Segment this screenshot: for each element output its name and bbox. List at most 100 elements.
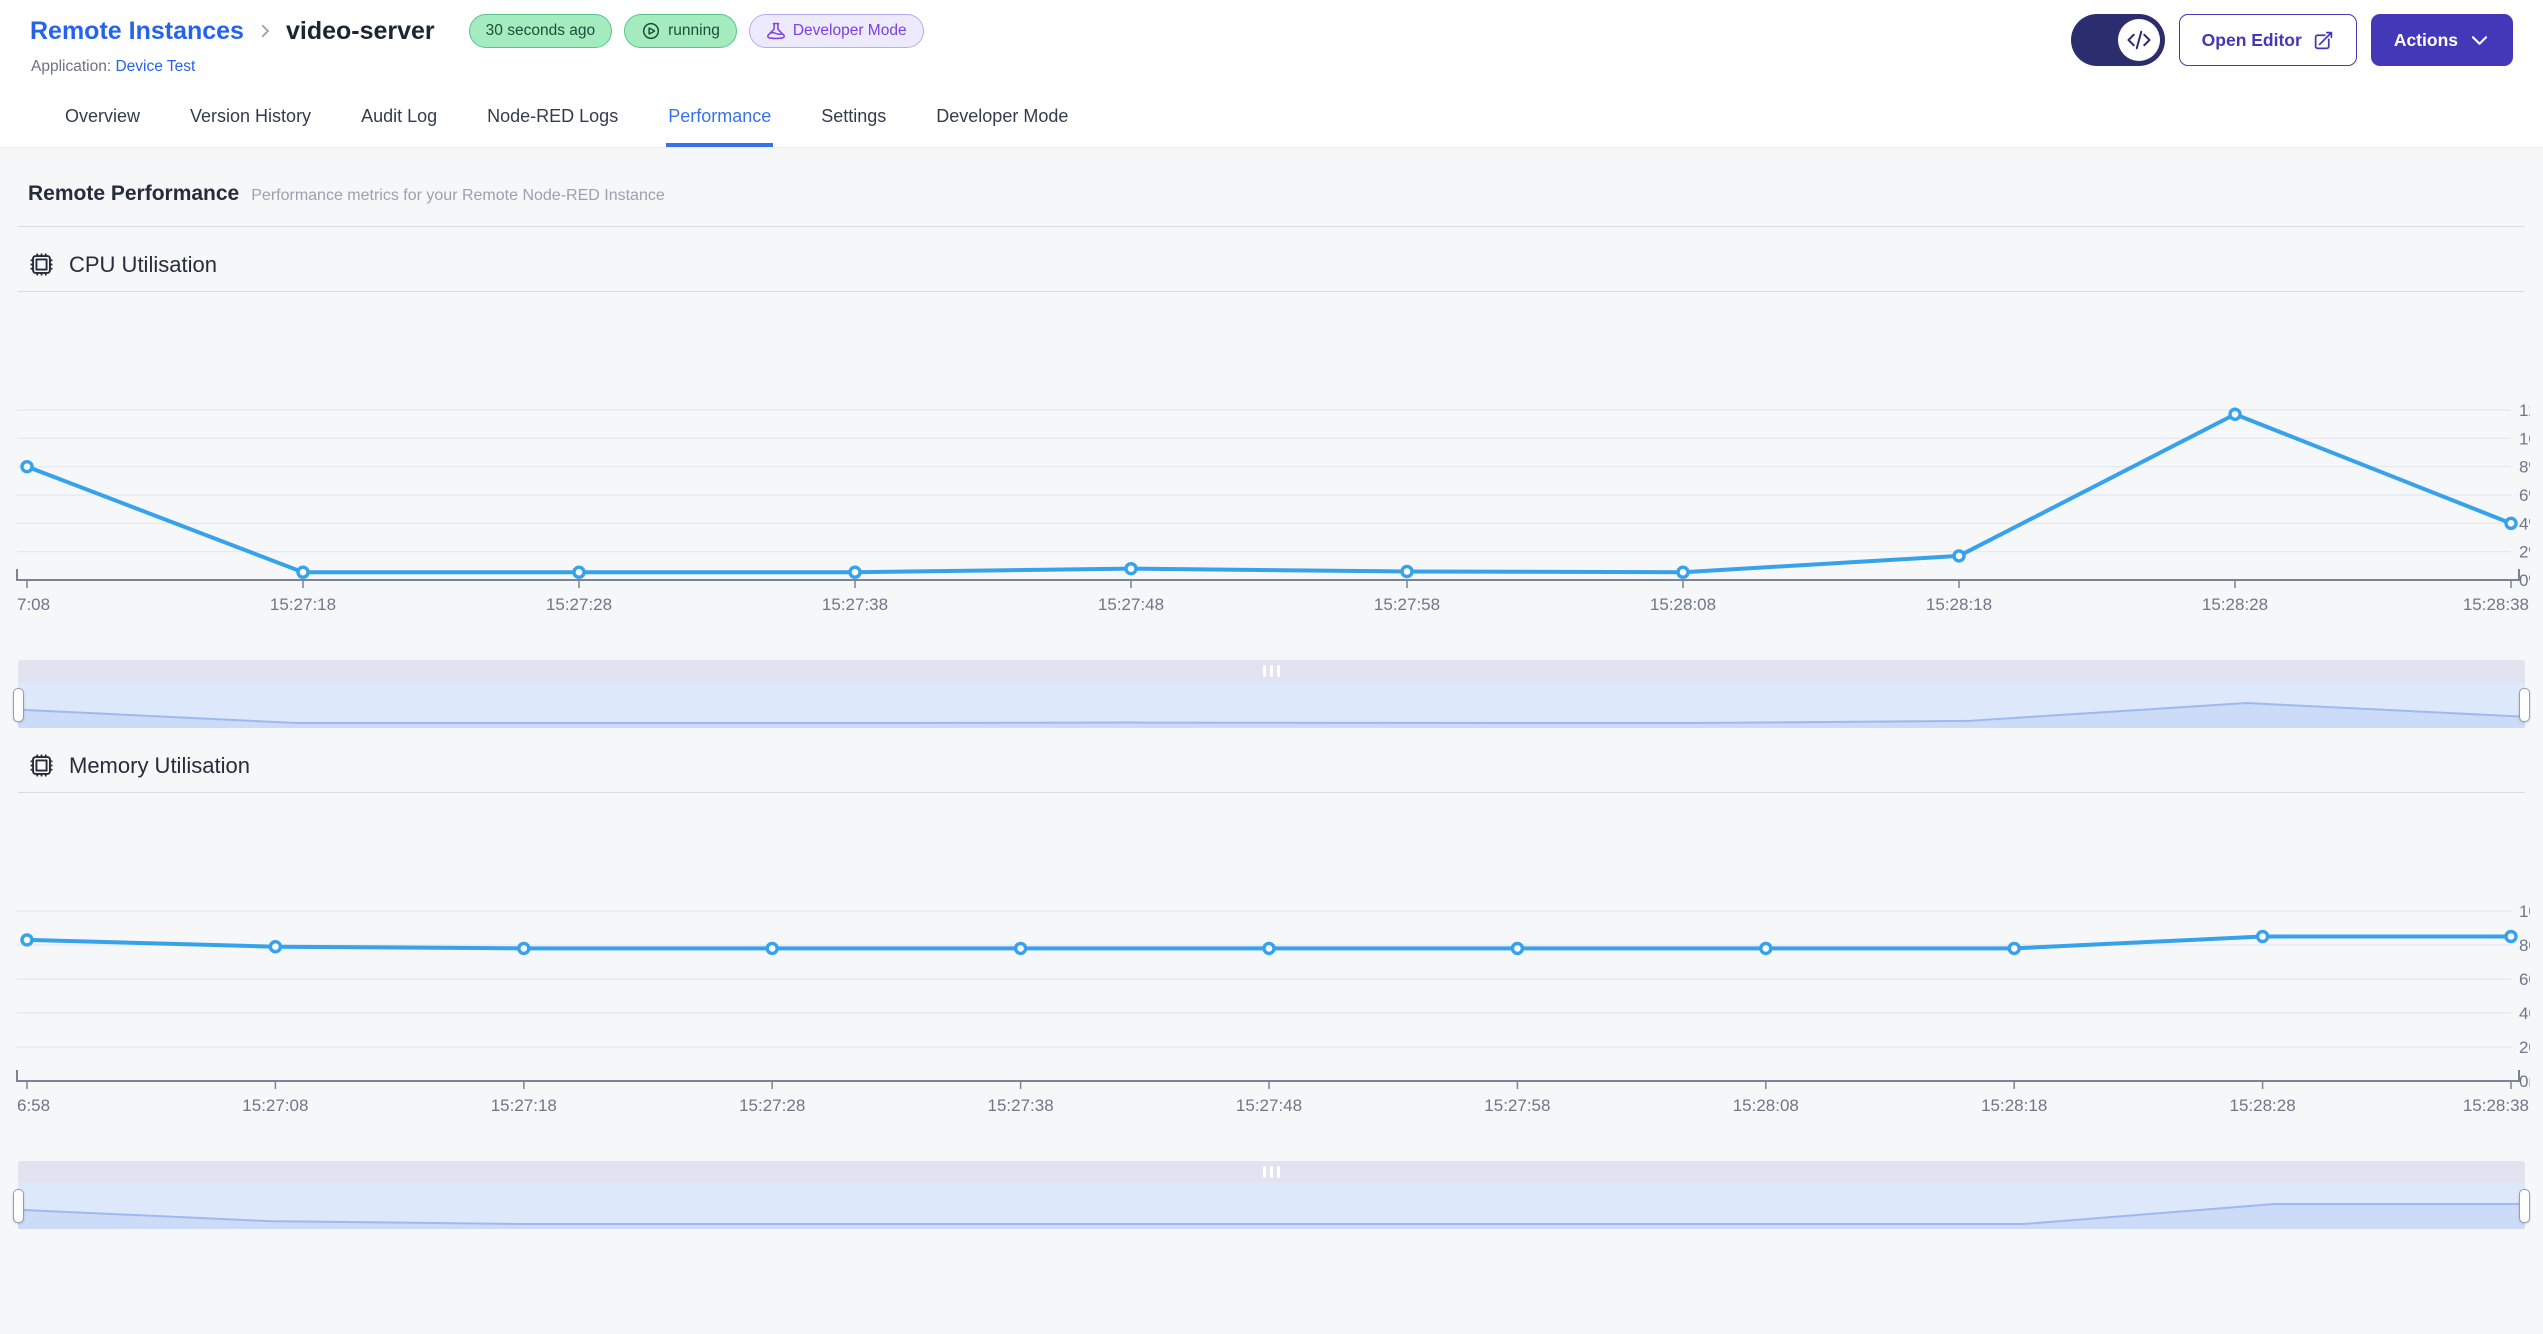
svg-text:15:28:38: 15:28:38 [2463,595,2529,614]
svg-text:0mb: 0mb [2519,1072,2530,1091]
svg-text:60mb: 60mb [2519,970,2530,989]
tab-node-red-logs[interactable]: Node-RED Logs [485,100,620,147]
svg-text:15:28:38: 15:28:38 [2463,1096,2529,1115]
developer-mode-badge: Developer Mode [748,14,924,48]
cpu-brush-grip[interactable] [18,660,2525,682]
beaker-icon [766,22,785,40]
memory-chart-brush[interactable] [13,1161,2530,1229]
page-title: Remote Performance [28,182,240,205]
cpu-utilisation-section: CPU Utilisation 0% 2% 4% 6% 8% 10% 12% 7:08 15:2… [13,251,2530,728]
memory-brush-area[interactable] [18,1183,2525,1229]
svg-text:15:28:18: 15:28:18 [1926,595,1992,614]
svg-text:6%: 6% [2519,486,2530,505]
data-point [1400,564,1414,579]
svg-text:100mb: 100mb [2519,902,2530,921]
tab-developer-mode[interactable]: Developer Mode [934,100,1070,147]
svg-text:12%: 12% [2519,401,2530,420]
page-subtitle: Performance metrics for your Remote Node… [251,187,665,204]
tab-overview[interactable]: Overview [63,100,142,147]
cpu-section-title: CPU Utilisation [28,251,2515,278]
tab-settings[interactable]: Settings [819,100,888,147]
developer-mode-toggle[interactable] [2070,14,2165,66]
cpu-chip-icon [30,253,53,276]
data-point [2504,516,2518,531]
instance-name: video-server [285,16,435,45]
svg-text:4%: 4% [2519,514,2530,533]
svg-text:7:08: 7:08 [17,595,50,614]
data-point [1510,941,1525,956]
svg-text:10%: 10% [2519,429,2530,448]
line-chart-canvas: 0mb 20mb 40mb 60mb 80mb 100mb 6:58 15:27:08 15:2… [16,902,2530,1115]
last-seen-badge: 30 seconds ago [468,14,613,48]
play-circle-icon [643,22,660,40]
cpu-brush-handle-left[interactable] [13,688,24,722]
data-point [296,565,310,579]
line-chart-canvas: 0% 2% 4% 6% 8% 10% 12% 7:08 15:27:18 15:27:28 15:2… [16,401,2530,614]
svg-text:15:27:38: 15:27:38 [988,1096,1054,1115]
cpu-brush-handle-right[interactable] [2519,688,2530,722]
svg-text:15:27:48: 15:27:48 [1098,595,1164,614]
page-header: Remote Instances video-server 30 seconds… [0,0,2543,147]
memory-brush-handle-right[interactable] [2519,1189,2530,1223]
actions-button[interactable]: Actions [2370,14,2513,66]
svg-text:15:27:38: 15:27:38 [822,595,888,614]
svg-text:8%: 8% [2519,458,2530,477]
tab-version-history[interactable]: Version History [188,100,313,147]
cpu-section-label: CPU Utilisation [69,251,217,277]
application-row: Application: Device Test [31,58,924,76]
svg-text:15:28:28: 15:28:28 [2202,595,2268,614]
open-editor-button[interactable]: Open Editor [2178,14,2357,66]
svg-text:15:27:58: 15:27:58 [1374,595,1440,614]
open-editor-label: Open Editor [2201,29,2302,50]
application-link[interactable]: Device Test [115,58,195,75]
performance-panel: Remote Performance Performance metrics f… [0,147,2543,1229]
svg-text:40mb: 40mb [2519,1004,2530,1023]
svg-text:15:27:28: 15:27:28 [739,1096,805,1115]
memory-brush-handle-left[interactable] [13,1189,24,1223]
status-badge: running [624,14,737,48]
cpu-chip-icon [30,754,53,777]
last-seen-label: 30 seconds ago [485,22,596,39]
application-label: Application: [31,58,112,75]
brush-mini-chart [18,701,2525,728]
svg-text:0%: 0% [2519,571,2530,590]
svg-text:15:27:58: 15:27:58 [1484,1096,1550,1115]
memory-section-label: Memory Utilisation [69,752,250,778]
breadcrumb: Remote Instances video-server 30 seconds… [30,14,924,48]
data-point [1262,941,1276,956]
data-point [1124,561,1138,576]
data-point [1013,941,1028,956]
cpu-brush-area[interactable] [18,682,2525,728]
data-point [2255,929,2270,944]
data-point [2504,929,2518,944]
breadcrumb-parent-link[interactable]: Remote Instances [30,17,244,46]
cpu-chart-brush[interactable] [13,660,2530,728]
svg-text:15:27:28: 15:27:28 [546,595,612,614]
data-point [1952,549,1966,563]
svg-text:15:28:18: 15:28:18 [1981,1096,2047,1115]
svg-text:15:27:08: 15:27:08 [242,1096,308,1115]
data-point [572,565,586,579]
toggle-knob [2117,19,2160,61]
data-point [20,933,34,947]
actions-label: Actions [2393,29,2458,50]
data-point [2228,407,2242,421]
data-point [20,459,34,474]
data-point [517,941,531,956]
data-point [1759,941,1773,956]
memory-section-title: Memory Utilisation [28,752,2515,779]
data-point [268,939,283,954]
status-label: running [668,22,720,39]
svg-text:15:27:48: 15:27:48 [1236,1096,1302,1115]
svg-text:15:28:08: 15:28:08 [1650,595,1716,614]
memory-chart: 0mb 20mb 40mb 60mb 80mb 100mb 6:58 15:27:08 15:2… [13,793,2530,1133]
svg-text:15:28:28: 15:28:28 [2230,1096,2296,1115]
tab-audit-log[interactable]: Audit Log [359,100,439,147]
svg-text:15:27:18: 15:27:18 [491,1096,557,1115]
memory-brush-grip[interactable] [18,1161,2525,1183]
cpu-chart: 0% 2% 4% 6% 8% 10% 12% 7:08 15:27:18 15:27:28 15:2… [13,292,2530,632]
tab-bar: Overview Version History Audit Log Node-RED… [30,100,2513,147]
tab-performance[interactable]: Performance [666,100,774,147]
svg-text:6:58: 6:58 [17,1096,50,1115]
svg-text:20mb: 20mb [2519,1038,2530,1057]
